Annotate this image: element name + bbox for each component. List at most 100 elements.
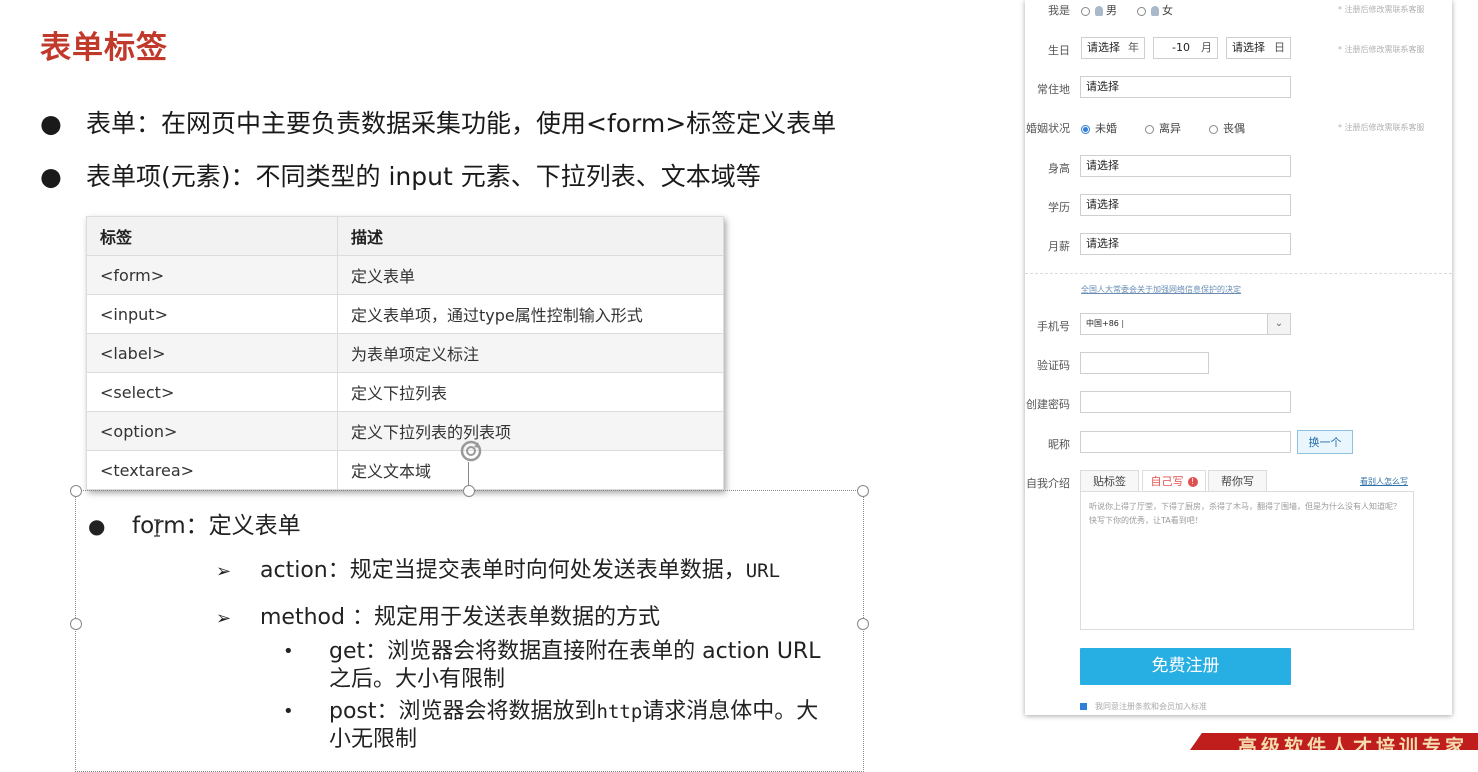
radio-icon: [1209, 124, 1218, 134]
marital-label: 婚姻状况: [1026, 122, 1070, 135]
table-header-tag: 标签: [86, 216, 338, 256]
bullet-dot: ●: [40, 109, 62, 138]
intro-textarea[interactable]: 听说你上得了厅堂，下得了厨房，杀得了木马，翻得了围墙，但是为什么没有人知道呢？快…: [1080, 491, 1414, 630]
year-unit: 年: [1128, 41, 1139, 54]
gender-male-option[interactable]: 男: [1081, 2, 1117, 18]
tab-tags[interactable]: 贴标签: [1080, 470, 1139, 492]
password-input[interactable]: [1080, 391, 1291, 413]
marital-option-widowed[interactable]: 丧偶: [1209, 120, 1245, 136]
table-cell: 定义下拉列表: [337, 372, 724, 412]
salary-label: 月薪: [1048, 240, 1070, 253]
phone-label: 手机号: [1037, 320, 1070, 333]
table-cell: <label>: [86, 333, 338, 373]
gender-female-label: 女: [1162, 4, 1173, 17]
table-row: <label> 为表单项定义标注: [86, 333, 724, 373]
password-label: 创建密码: [1026, 398, 1070, 411]
post-http: http: [596, 701, 643, 723]
action-item: ➢ action：规定当提交表单时向何处发送表单数据，URL: [216, 552, 780, 584]
small-bullet: •: [283, 701, 294, 722]
resize-handle-left[interactable]: [70, 618, 82, 630]
rotate-handle-icon[interactable]: [458, 438, 484, 464]
resize-handle-right[interactable]: [857, 618, 869, 630]
form-bullet: ● form：定义表单: [88, 506, 301, 540]
table-row: <input> 定义表单项，通过type属性控制输入形式: [86, 294, 724, 334]
action-text: action：规定当提交表单时向何处发送表单数据，: [260, 558, 746, 583]
height-select[interactable]: 请选择: [1080, 155, 1291, 177]
table-cell: <select>: [86, 372, 338, 412]
marital-option-label: 丧偶: [1223, 122, 1245, 135]
bullet-dot: ●: [88, 514, 106, 538]
marital-option-divorced[interactable]: 离异: [1145, 120, 1181, 136]
agree-terms[interactable]: 我同意注册条款和会员加入标准: [1080, 701, 1207, 712]
alert-icon: !: [1187, 477, 1198, 487]
bullet-dot: ●: [40, 162, 62, 191]
phone-input[interactable]: 中国+86 | ⌄: [1080, 313, 1291, 335]
education-select[interactable]: 请选择: [1080, 194, 1291, 216]
chevron-down-icon[interactable]: ⌄: [1267, 314, 1290, 334]
resize-handle-top-right[interactable]: [857, 485, 869, 497]
table-cell: 定义文本域: [337, 450, 724, 490]
table-row: <form> 定义表单: [86, 255, 724, 295]
birthday-hint: * 注册后修改需联系客服: [1338, 45, 1425, 54]
change-nickname-button[interactable]: 换一个: [1297, 430, 1353, 454]
tab-write-own-label: 自己写: [1150, 475, 1184, 488]
birth-day-select[interactable]: 请选择日: [1226, 37, 1291, 59]
resize-handle-top-left[interactable]: [70, 485, 82, 497]
divider: [1025, 273, 1452, 274]
brand-banner-text: 高级软件人才培训专家: [1238, 736, 1469, 750]
table-header-row: 标签 描述: [86, 216, 724, 256]
post-text: post：浏览器会将数据放到http请求消息体中。大小无限制: [329, 698, 839, 754]
checkbox-checked-icon[interactable]: [1080, 703, 1087, 710]
verify-code-input[interactable]: [1080, 352, 1209, 374]
marital-option-label: 未婚: [1095, 122, 1117, 135]
tab-help-write[interactable]: 帮你写: [1208, 470, 1267, 492]
tab-write-own[interactable]: 自己写!: [1142, 470, 1206, 492]
residence-label: 常住地: [1037, 83, 1070, 96]
agree-terms-text: 我同意注册条款和会员加入标准: [1095, 702, 1207, 711]
bullet-form-elements: ● 表单项(元素)：不同类型的 input 元素、下拉列表、文本域等: [40, 157, 761, 193]
see-others-link[interactable]: 看别人怎么写: [1360, 476, 1408, 487]
marital-option-label: 离异: [1159, 122, 1181, 135]
method-text: method ：规定用于发送表单数据的方式: [260, 605, 660, 630]
radio-icon: [1137, 6, 1146, 16]
registration-form-screenshot: 我是 男 女 * 注册后修改需联系客服 生日 请选择年 -10 月 请选择日 * …: [1025, 0, 1452, 715]
education-label: 学历: [1048, 201, 1070, 214]
arrow-bullet: ➢: [216, 561, 232, 582]
marital-hint: * 注册后修改需联系客服: [1338, 123, 1425, 132]
verify-label: 验证码: [1037, 359, 1070, 372]
resize-handle-top[interactable]: [463, 485, 475, 497]
small-bullet: •: [283, 641, 294, 662]
tags-table: 标签 描述 <form> 定义表单 <input> 定义表单项，通过type属性控制…: [86, 216, 724, 490]
table-cell: 定义下拉列表的列表项: [337, 411, 724, 451]
table-cell: 定义表单项，通过type属性控制输入形式: [337, 294, 724, 334]
radio-checked-icon: [1081, 124, 1090, 134]
get-item: • get：浏览器会将数据直接附在表单的 action URL 之后。大小有限制: [283, 638, 843, 694]
female-icon: [1151, 6, 1159, 16]
radio-icon: [1145, 124, 1154, 134]
post-item: • post：浏览器会将数据放到http请求消息体中。大小无限制: [283, 698, 843, 754]
nickname-label: 昵称: [1048, 438, 1070, 451]
birth-year-select[interactable]: 请选择年: [1081, 37, 1145, 59]
birthday-label: 生日: [1048, 44, 1070, 57]
nickname-input[interactable]: [1080, 431, 1291, 453]
bullet-text: 表单项(元素)：不同类型的 input 元素、下拉列表、文本域等: [86, 162, 761, 191]
post-text-a: post：浏览器会将数据放到: [329, 699, 597, 724]
gender-male-label: 男: [1106, 4, 1117, 17]
free-register-button[interactable]: 免费注册: [1080, 648, 1291, 685]
phone-prefix: 中国+86: [1086, 319, 1119, 328]
table-row: <option> 定义下拉列表的列表项: [86, 411, 724, 451]
gender-label: 我是: [1048, 4, 1070, 17]
bullet-form-definition: ● 表单：在网页中主要负责数据采集功能，使用<form>标签定义表单: [40, 104, 836, 140]
table-cell: 为表单项定义标注: [337, 333, 724, 373]
method-item: ➢ method ：规定用于发送表单数据的方式: [216, 599, 660, 631]
text-cursor-icon: [154, 519, 160, 537]
salary-select[interactable]: 请选择: [1080, 233, 1291, 255]
action-url: URL: [745, 560, 781, 582]
height-label: 身高: [1048, 162, 1070, 175]
birth-month-select[interactable]: -10 月: [1153, 37, 1218, 59]
residence-select[interactable]: 请选择: [1080, 76, 1291, 98]
gender-female-option[interactable]: 女: [1137, 2, 1173, 18]
marital-option-single[interactable]: 未婚: [1081, 120, 1117, 136]
table-cell: <input>: [86, 294, 338, 334]
privacy-notice-link[interactable]: 全国人大常委会关于加强网络信息保护的决定: [1081, 284, 1241, 295]
